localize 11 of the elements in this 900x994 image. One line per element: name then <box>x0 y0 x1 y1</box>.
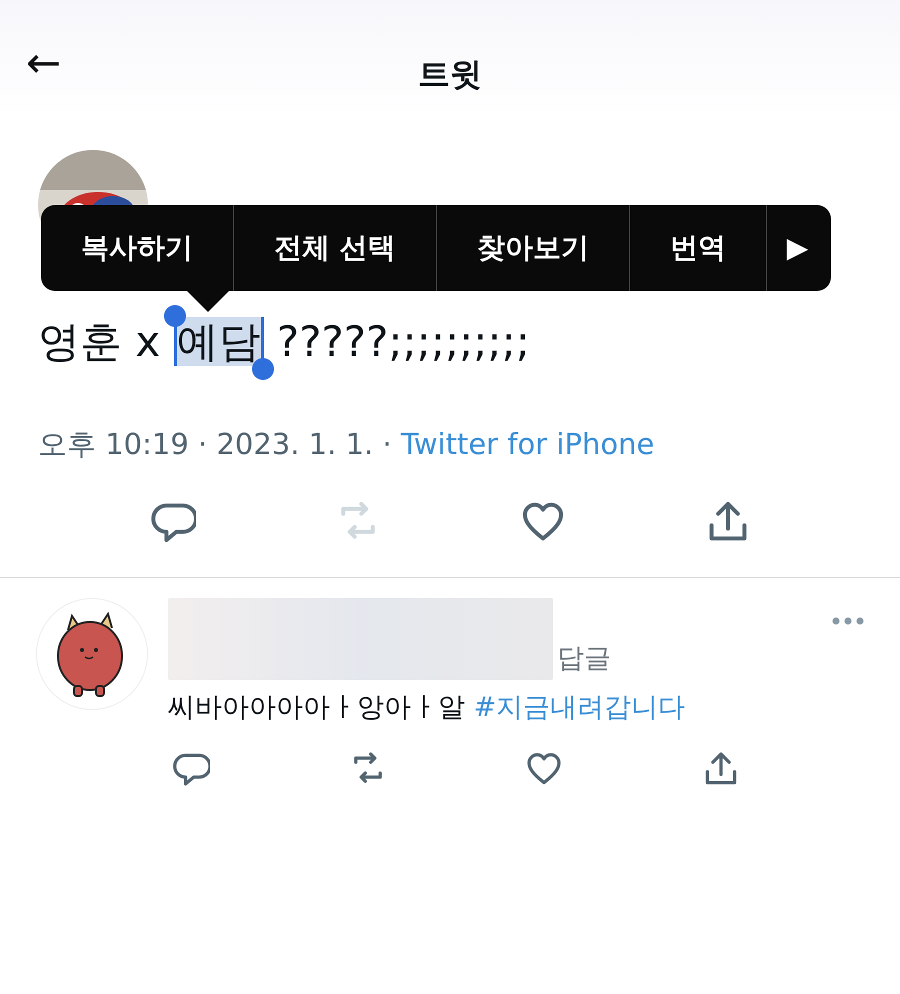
menu-item[interactable]: 찾아보기 <box>436 205 630 291</box>
tweet-timestamp: 오후 10:19 · 2023. 1. 1. · <box>38 427 393 462</box>
tweet-text: 영훈 x 예담 ?????;;;;;;;;;; <box>38 308 862 376</box>
menu-item[interactable]: 전체 선택 <box>234 205 437 291</box>
menu-item[interactable]: 번역 <box>630 205 767 291</box>
reply-text: 씨바아아아아ㅏ앙아ㅏ알 <box>168 692 466 723</box>
menu-item[interactable]: 복사하기 <box>41 205 234 291</box>
reply-label: 답글 <box>557 642 611 676</box>
back-button[interactable]: ← <box>26 42 62 84</box>
page-title: 트윗 <box>418 54 482 95</box>
more-arrow-button[interactable]: ▶ <box>766 205 828 291</box>
